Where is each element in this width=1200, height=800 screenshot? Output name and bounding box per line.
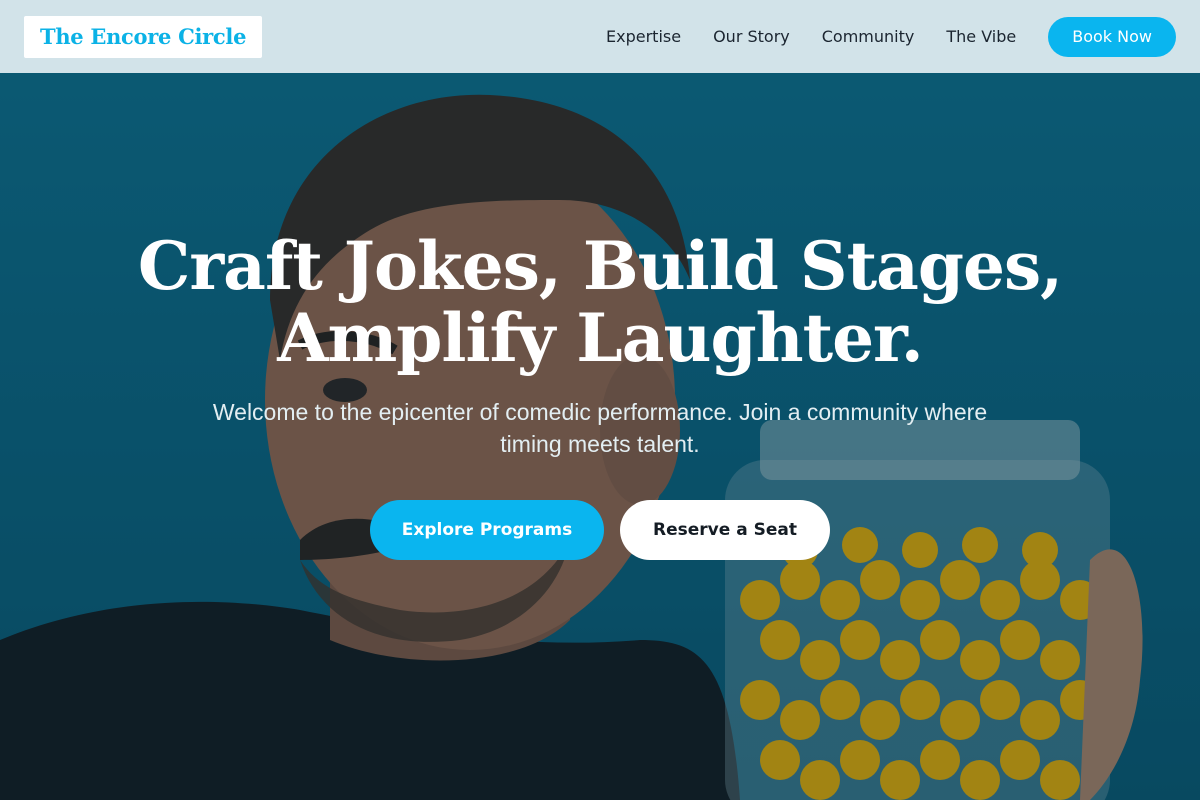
- nav-link-expertise[interactable]: Expertise: [606, 27, 681, 46]
- hero-headline-line-2: Amplify Laughter.: [277, 299, 924, 377]
- hero-headline: Craft Jokes, Build Stages, Amplify Laugh…: [0, 230, 1200, 374]
- reserve-seat-button[interactable]: Reserve a Seat: [620, 500, 830, 560]
- explore-programs-button[interactable]: Explore Programs: [370, 500, 604, 560]
- hero-content: Craft Jokes, Build Stages, Amplify Laugh…: [0, 230, 1200, 560]
- nav-link-community[interactable]: Community: [822, 27, 915, 46]
- nav-links: Expertise Our Story Community The Vibe B…: [606, 16, 1176, 57]
- site-logo-text[interactable]: The Encore Circle: [40, 24, 246, 49]
- top-navigation: The Encore Circle Expertise Our Story Co…: [0, 0, 1200, 73]
- hero-subtitle: Welcome to the epicenter of comedic perf…: [212, 399, 988, 457]
- nav-link-the-vibe[interactable]: The Vibe: [946, 27, 1016, 46]
- hero-buttons: Explore Programs Reserve a Seat: [0, 500, 1200, 560]
- book-now-button[interactable]: Book Now: [1048, 16, 1176, 57]
- hero-headline-line-1: Craft Jokes, Build Stages,: [137, 227, 1063, 305]
- nav-link-our-story[interactable]: Our Story: [713, 27, 790, 46]
- site-logo[interactable]: The Encore Circle: [24, 15, 263, 58]
